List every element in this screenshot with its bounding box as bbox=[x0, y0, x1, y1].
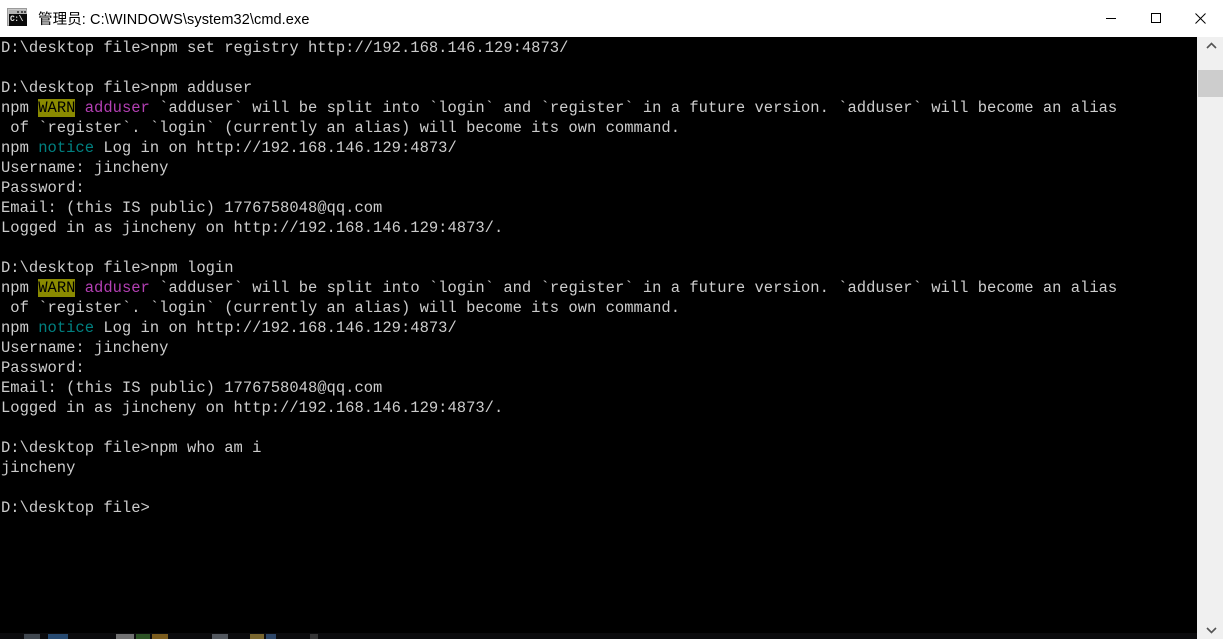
console-line: D:\desktop file>npm login bbox=[1, 258, 1197, 278]
cmd-window: C:\ 管理员: C:\WINDOWS\system32\cmd.exe D:\… bbox=[0, 0, 1223, 639]
console-text-segment bbox=[75, 99, 84, 117]
console-text-segment: D:\desktop file> bbox=[1, 499, 150, 517]
window-controls bbox=[1088, 0, 1223, 37]
console-line: npm WARN adduser `adduser` will be split… bbox=[1, 98, 1197, 118]
console-line: D:\desktop file>npm who am i bbox=[1, 438, 1197, 458]
console-text-segment: Username: jincheny bbox=[1, 159, 169, 177]
console-body[interactable]: D:\desktop file>npm set registry http://… bbox=[0, 37, 1223, 639]
console-text-segment: Log in on http://192.168.146.129:4873/ bbox=[94, 139, 457, 157]
console-line: of `register`. `login` (currently an ali… bbox=[1, 118, 1197, 138]
console-text-segment: of `register`. `login` (currently an ali… bbox=[1, 119, 681, 137]
console-line: of `register`. `login` (currently an ali… bbox=[1, 298, 1197, 318]
command-label: adduser bbox=[84, 99, 150, 117]
cmd-exe-icon: C:\ bbox=[7, 7, 29, 29]
console-text-segment: D:\desktop file>npm login bbox=[1, 259, 234, 277]
scrollbar-track[interactable] bbox=[1198, 55, 1223, 621]
close-button[interactable] bbox=[1178, 0, 1223, 37]
console-text-segment: Email: (this IS public) 1776758048@qq.co… bbox=[1, 199, 383, 217]
console-text-segment: npm bbox=[1, 279, 39, 297]
scroll-down-button[interactable] bbox=[1198, 621, 1223, 639]
console-line: Email: (this IS public) 1776758048@qq.co… bbox=[1, 198, 1197, 218]
close-icon bbox=[1195, 12, 1206, 24]
console-line: D:\desktop file> bbox=[1, 498, 1197, 518]
command-label: adduser bbox=[84, 279, 150, 297]
console-text-segment: `adduser` will be split into `login` and… bbox=[149, 279, 1118, 297]
taskbar-icon-sliver bbox=[116, 634, 134, 639]
warn-badge: WARN bbox=[38, 279, 76, 297]
console-line: npm notice Log in on http://192.168.146.… bbox=[1, 318, 1197, 338]
console-line: Email: (this IS public) 1776758048@qq.co… bbox=[1, 378, 1197, 398]
console-text-segment: of `register`. `login` (currently an ali… bbox=[1, 299, 681, 317]
taskbar-icon-sliver bbox=[250, 634, 264, 639]
console-line: npm notice Log in on http://192.168.146.… bbox=[1, 138, 1197, 158]
console-line: Username: jincheny bbox=[1, 158, 1197, 178]
taskbar-icon-sliver bbox=[152, 634, 168, 639]
taskbar-icon-sliver bbox=[48, 634, 68, 639]
minimize-button[interactable] bbox=[1088, 0, 1133, 37]
console-line: npm WARN adduser `adduser` will be split… bbox=[1, 278, 1197, 298]
console-line: Logged in as jincheny on http://192.168.… bbox=[1, 398, 1197, 418]
taskbar-icon-sliver bbox=[212, 634, 228, 639]
notice-label: notice bbox=[38, 319, 95, 337]
console-text-segment: Log in on http://192.168.146.129:4873/ bbox=[94, 319, 457, 337]
console-text-segment: npm bbox=[1, 139, 39, 157]
console-scrollbar[interactable] bbox=[1197, 37, 1223, 639]
taskbar-sliver bbox=[0, 633, 1197, 639]
console-line: Logged in as jincheny on http://192.168.… bbox=[1, 218, 1197, 238]
taskbar-icon-sliver bbox=[24, 634, 40, 639]
console-text-segment: Password: bbox=[1, 359, 85, 377]
console-line: Password: bbox=[1, 178, 1197, 198]
console-text-segment: `adduser` will be split into `login` and… bbox=[149, 99, 1118, 117]
chevron-down-icon bbox=[1205, 627, 1217, 634]
window-title: 管理员: C:\WINDOWS\system32\cmd.exe bbox=[38, 11, 310, 28]
console-line: D:\desktop file>npm set registry http://… bbox=[1, 38, 1197, 58]
console-text-segment: Logged in as jincheny on http://192.168.… bbox=[1, 399, 504, 417]
console-text-segment: Username: jincheny bbox=[1, 339, 169, 357]
console-text-segment: npm bbox=[1, 319, 39, 337]
console-text-segment: D:\desktop file>npm set registry http://… bbox=[1, 39, 569, 57]
console-text-segment bbox=[75, 279, 84, 297]
console-line: Username: jincheny bbox=[1, 338, 1197, 358]
console-text-segment: jincheny bbox=[1, 459, 76, 477]
taskbar-icon-sliver bbox=[266, 634, 276, 639]
console-output[interactable]: D:\desktop file>npm set registry http://… bbox=[0, 37, 1197, 639]
console-text-segment: D:\desktop file>npm who am i bbox=[1, 439, 262, 457]
window-titlebar[interactable]: C:\ 管理员: C:\WINDOWS\system32\cmd.exe bbox=[0, 0, 1223, 37]
scroll-up-button[interactable] bbox=[1198, 37, 1223, 55]
console-text-segment: npm bbox=[1, 99, 39, 117]
warn-badge: WARN bbox=[38, 99, 76, 117]
console-text-segment: Logged in as jincheny on http://192.168.… bbox=[1, 219, 504, 237]
console-text-segment: Email: (this IS public) 1776758048@qq.co… bbox=[1, 379, 383, 397]
console-line: D:\desktop file>npm adduser bbox=[1, 78, 1197, 98]
notice-label: notice bbox=[38, 139, 95, 157]
console-line: jincheny bbox=[1, 458, 1197, 478]
maximize-button[interactable] bbox=[1133, 0, 1178, 37]
taskbar-icon-sliver bbox=[136, 634, 150, 639]
console-text-segment: Password: bbox=[1, 179, 85, 197]
console-line: Password: bbox=[1, 358, 1197, 378]
taskbar-icon-sliver bbox=[310, 634, 318, 639]
console-text-segment: D:\desktop file>npm adduser bbox=[1, 79, 253, 97]
scrollbar-thumb[interactable] bbox=[1198, 70, 1223, 97]
minimize-icon bbox=[1105, 18, 1116, 19]
chevron-up-icon bbox=[1205, 42, 1217, 49]
cmd-icon-glyph: C:\ bbox=[9, 14, 27, 26]
maximize-icon bbox=[1150, 13, 1161, 23]
